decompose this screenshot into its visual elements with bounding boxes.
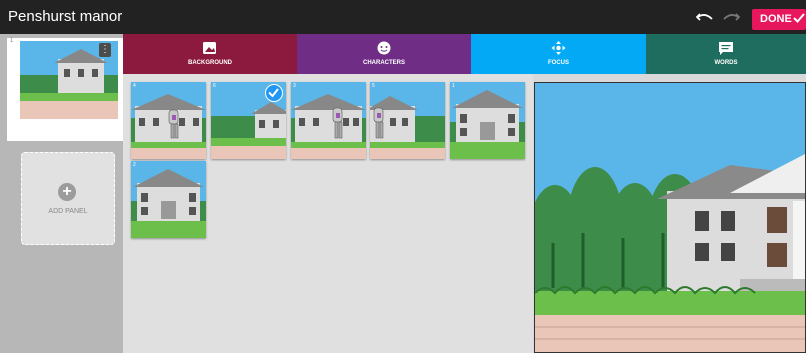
top-bar: Penshurst manor DONE <box>0 0 806 34</box>
tab-label: BACKGROUND <box>188 60 232 66</box>
done-label: DONE <box>760 13 792 25</box>
tab-label: FOCUS <box>548 60 569 66</box>
shot-preview[interactable] <box>534 82 806 353</box>
shot-number: 3 <box>293 83 296 89</box>
shot-thumbnail[interactable]: 4 <box>131 82 206 159</box>
plus-icon: + <box>58 183 76 201</box>
panel-number: 1 <box>10 38 14 44</box>
panel-menu-button[interactable]: ⋮ <box>99 43 111 57</box>
shot-number: 4 <box>133 83 136 89</box>
shot-number: 6 <box>213 83 216 89</box>
tab-background[interactable]: BACKGROUND <box>123 34 297 74</box>
shot-thumbnail[interactable]: 5 <box>370 82 445 159</box>
shot-thumbnail[interactable]: 3 <box>291 82 366 159</box>
shot-number: 2 <box>133 162 136 168</box>
add-panel-label: ADD PANEL <box>48 208 88 215</box>
shot-number: 1 <box>452 83 455 89</box>
tab-words[interactable]: WORDS <box>646 34 806 74</box>
shot-number: 5 <box>372 83 375 89</box>
face-icon <box>377 41 391 55</box>
image-icon <box>203 42 216 54</box>
project-title: Penshurst manor <box>8 8 123 25</box>
done-button[interactable]: DONE <box>752 9 806 30</box>
tab-label: WORDS <box>714 60 738 66</box>
mode-tabs: BACKGROUND CHARACTERS FOCUS WORDS <box>123 34 806 74</box>
tab-label: CHARACTERS <box>363 60 405 66</box>
selected-check-icon <box>265 84 283 102</box>
tab-characters[interactable]: CHARACTERS <box>297 34 471 74</box>
shot-thumbnail[interactable]: 2 <box>131 161 206 238</box>
speech-bubble-icon <box>719 42 733 55</box>
redo-icon[interactable] <box>722 10 740 24</box>
undo-icon[interactable] <box>696 10 714 24</box>
shot-thumbnail[interactable]: 6 <box>211 82 286 159</box>
tab-focus[interactable]: FOCUS <box>471 34 646 74</box>
move-icon <box>551 41 566 55</box>
add-panel-button[interactable]: + ADD PANEL <box>21 152 115 245</box>
checkmark-icon <box>793 13 805 23</box>
shot-thumbnail[interactable]: 1 <box>450 82 525 159</box>
